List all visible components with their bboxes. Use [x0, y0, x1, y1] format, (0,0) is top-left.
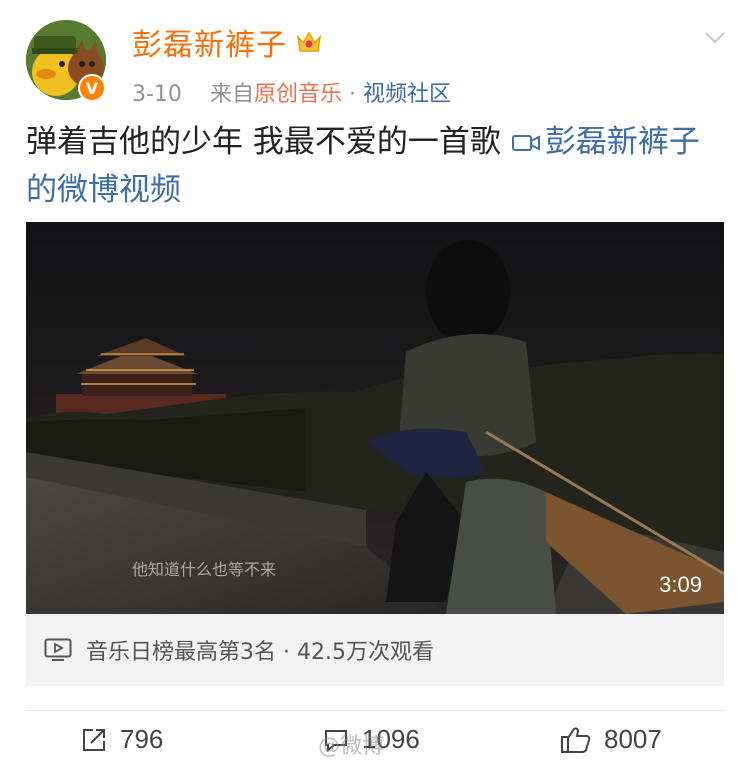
video-subtitle: 他知道什么也等不来: [132, 560, 277, 579]
chevron-down-icon[interactable]: [704, 26, 726, 48]
video-player[interactable]: 他知道什么也等不来 3:09: [26, 222, 724, 614]
repost-button[interactable]: 796: [80, 724, 163, 755]
username[interactable]: 彭磊新裤子: [132, 20, 323, 64]
meta-separator: ·: [341, 82, 363, 107]
post-text-main: 弹着吉他的少年 我最不爱的一首歌: [26, 124, 501, 160]
source-link[interactable]: 原创音乐: [254, 82, 342, 107]
crown-vip-icon[interactable]: [295, 29, 323, 55]
like-button[interactable]: 8007: [560, 724, 662, 755]
repost-icon: [83, 728, 105, 751]
post-meta: 3-10 来自原创音乐 · 视频社区: [132, 76, 451, 108]
video-duration: 3:09: [659, 572, 702, 597]
thumbs-up-icon: [561, 726, 591, 753]
video-stats-bar[interactable]: 音乐日榜最高第3名 · 42.5万次观看: [26, 614, 724, 686]
comment-icon: [325, 729, 347, 752]
post-text: 弹着吉他的少年 我最不爱的一首歌 彭磊新裤子的微博视频: [26, 118, 716, 214]
video-stats-text: 音乐日榜最高第3名 · 42.5万次观看: [86, 640, 434, 665]
post-date: 3-10: [132, 82, 182, 107]
comment-button[interactable]: 1096: [322, 724, 420, 755]
repost-count: 796: [120, 724, 164, 754]
verified-badge-icon: V: [78, 74, 106, 102]
action-bar: 796 1096 8007: [0, 716, 750, 763]
weibo-post: V 彭磊新裤子 3-10 来自原创音乐 · 视频社区 弹着吉他的少年 我最不爱的…: [0, 0, 750, 763]
username-text[interactable]: 彭磊新裤子: [132, 20, 287, 64]
video-camera-icon: [511, 135, 540, 151]
video-thumbnail: [26, 222, 724, 614]
like-count: 8007: [604, 724, 662, 754]
divider: [26, 710, 724, 711]
video-play-icon: [44, 638, 72, 661]
from-label: 来自: [209, 82, 254, 107]
comment-count: 1096: [362, 724, 420, 754]
community-link[interactable]: 视频社区: [363, 82, 451, 107]
